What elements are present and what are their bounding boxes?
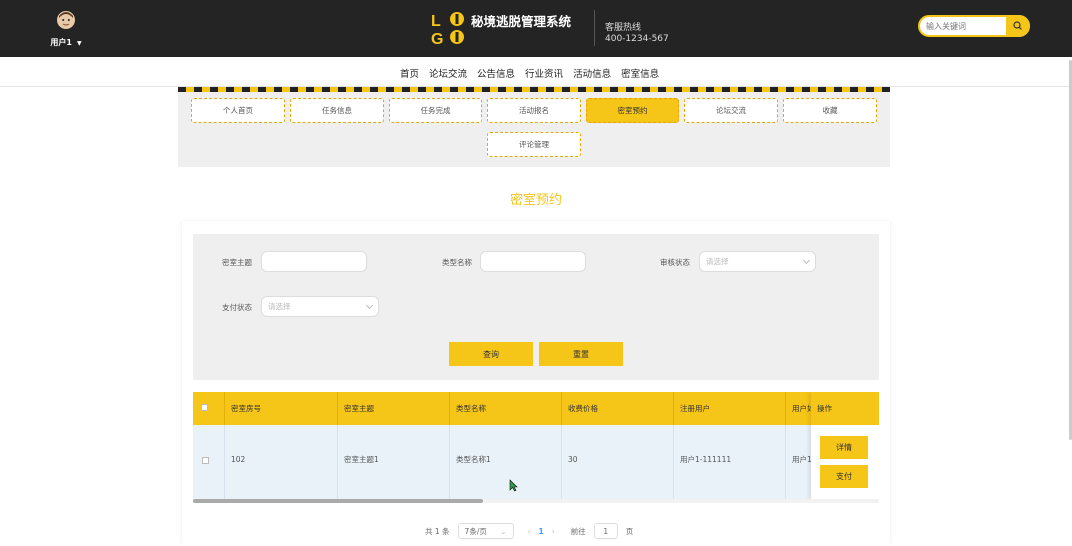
hotline-number: 400-1234-567 — [605, 34, 669, 44]
cell-price: 30 — [561, 425, 673, 500]
pagination: 共 1 条 7条/页 ⌄ ‹ 1 › 前往 1 页 — [425, 523, 633, 539]
type-label: 类型名称 — [442, 258, 472, 267]
reset-button[interactable]: 重置 — [539, 342, 623, 366]
prev-page-icon[interactable]: ‹ — [528, 527, 531, 536]
goto-page-input[interactable]: 1 — [593, 523, 618, 539]
site-title: 秘境逃脱管理系统 — [471, 14, 572, 29]
chevron-down-icon — [365, 301, 374, 310]
col-actions: 操作 — [811, 392, 879, 425]
search-box — [918, 15, 1030, 37]
goto-label: 前往 — [570, 526, 586, 536]
chevron-down-icon: ⌄ — [500, 526, 507, 536]
user-center-menu: 个人首页 任务信息 任务完成 活动报名 密室预约 论坛交流 收藏 评论管理 — [178, 92, 890, 167]
svg-text:G: G — [431, 31, 443, 46]
cell-theme: 密室主题1 — [337, 425, 449, 500]
col-room-no: 密室房号 — [224, 392, 337, 425]
theme-input[interactable] — [261, 251, 367, 272]
table-row: 102 密室主题1 类型名称1 30 用户1-111111 用户1 — [193, 425, 879, 500]
pay-placeholder: 请选择 — [268, 302, 291, 311]
filter-panel: 密室主题 类型名称 审核状态 请选择 支付状态 请选择 查询 重置 — [193, 234, 879, 380]
col-user: 注册用户 — [673, 392, 785, 425]
chevron-down-icon — [802, 256, 811, 265]
pay-button[interactable]: 支付 — [820, 465, 868, 488]
theme-label: 密室主题 — [222, 258, 252, 267]
table-scrollbar[interactable] — [193, 499, 879, 503]
svg-text:L: L — [431, 13, 441, 30]
cell-room: 102 — [224, 425, 337, 500]
menu-task-complete[interactable]: 任务完成 — [389, 98, 482, 123]
menu-activity-signup[interactable]: 活动报名 — [487, 98, 581, 123]
audit-select[interactable]: 请选择 — [699, 251, 816, 272]
nav-item-notice[interactable]: 公告信息 — [477, 66, 515, 80]
page-title: 密室预约 — [509, 193, 562, 208]
search-button[interactable] — [1006, 15, 1030, 37]
page-size-value: 7条/页 — [464, 526, 487, 536]
query-button[interactable]: 查询 — [449, 342, 533, 366]
nav-item-room[interactable]: 密室信息 — [621, 66, 659, 80]
next-page-icon[interactable]: › — [552, 527, 555, 536]
page-size-select[interactable]: 7条/页 ⌄ — [457, 523, 514, 539]
pay-select[interactable]: 请选择 — [261, 296, 379, 317]
menu-task-info[interactable]: 任务信息 — [290, 98, 384, 123]
cell-type: 类型名称1 — [449, 425, 561, 500]
avatar — [57, 11, 75, 29]
audit-label: 审核状态 — [660, 258, 690, 267]
hotline-label: 客服热线 — [605, 23, 642, 33]
audit-placeholder: 请选择 — [706, 257, 729, 266]
select-all-checkbox[interactable] — [201, 404, 208, 411]
row-checkbox[interactable] — [202, 457, 209, 464]
cell-user: 用户1-111111 — [673, 425, 785, 500]
site-logo: L G — [431, 12, 464, 46]
nav-item-home[interactable]: 首页 — [400, 66, 419, 80]
username: 用户1 — [50, 38, 72, 47]
scroll-thumb[interactable] — [193, 499, 483, 503]
page-unit: 页 — [625, 526, 634, 536]
main-nav: 首页 论坛交流 公告信息 行业资讯 活动信息 密室信息 — [0, 57, 1072, 87]
nav-item-activity[interactable]: 活动信息 — [573, 66, 611, 80]
menu-comment-manage[interactable]: 评论管理 — [487, 132, 581, 157]
col-type-name: 类型名称 — [449, 392, 561, 425]
menu-forum[interactable]: 论坛交流 — [684, 98, 778, 123]
detail-button[interactable]: 详情 — [820, 436, 868, 459]
menu-room-booking[interactable]: 密室预约 — [586, 98, 679, 123]
header-divider — [594, 10, 595, 46]
table-header: 密室房号 密室主题 类型名称 收费价格 注册用户 用户如 — [193, 392, 879, 425]
actions-column: 操作 详情 支付 — [811, 392, 879, 500]
mouse-cursor-icon — [509, 479, 518, 492]
chevron-down-icon: ▼ — [77, 40, 82, 47]
nav-item-forum[interactable]: 论坛交流 — [429, 66, 467, 80]
page-current[interactable]: 1 — [539, 527, 544, 536]
search-icon — [1013, 21, 1022, 30]
col-price: 收费价格 — [561, 392, 673, 425]
menu-personal-home[interactable]: 个人首页 — [191, 98, 285, 123]
pay-label: 支付状态 — [222, 303, 252, 312]
total-count: 共 1 条 — [425, 526, 450, 536]
col-room-theme: 密室主题 — [337, 392, 449, 425]
type-input[interactable] — [480, 251, 586, 272]
user-menu[interactable]: 用户1 ▼ — [46, 11, 86, 49]
booking-table: 密室房号 密室主题 类型名称 收费价格 注册用户 用户如 102 密室主题1 类… — [193, 392, 879, 500]
menu-favorites[interactable]: 收藏 — [783, 98, 877, 123]
top-header: 用户1 ▼ L G 秘境逃脱管理系统 客服热线 400-1234-567 — [0, 0, 1072, 57]
nav-item-industry[interactable]: 行业资讯 — [525, 66, 563, 80]
search-input[interactable] — [926, 19, 1006, 33]
